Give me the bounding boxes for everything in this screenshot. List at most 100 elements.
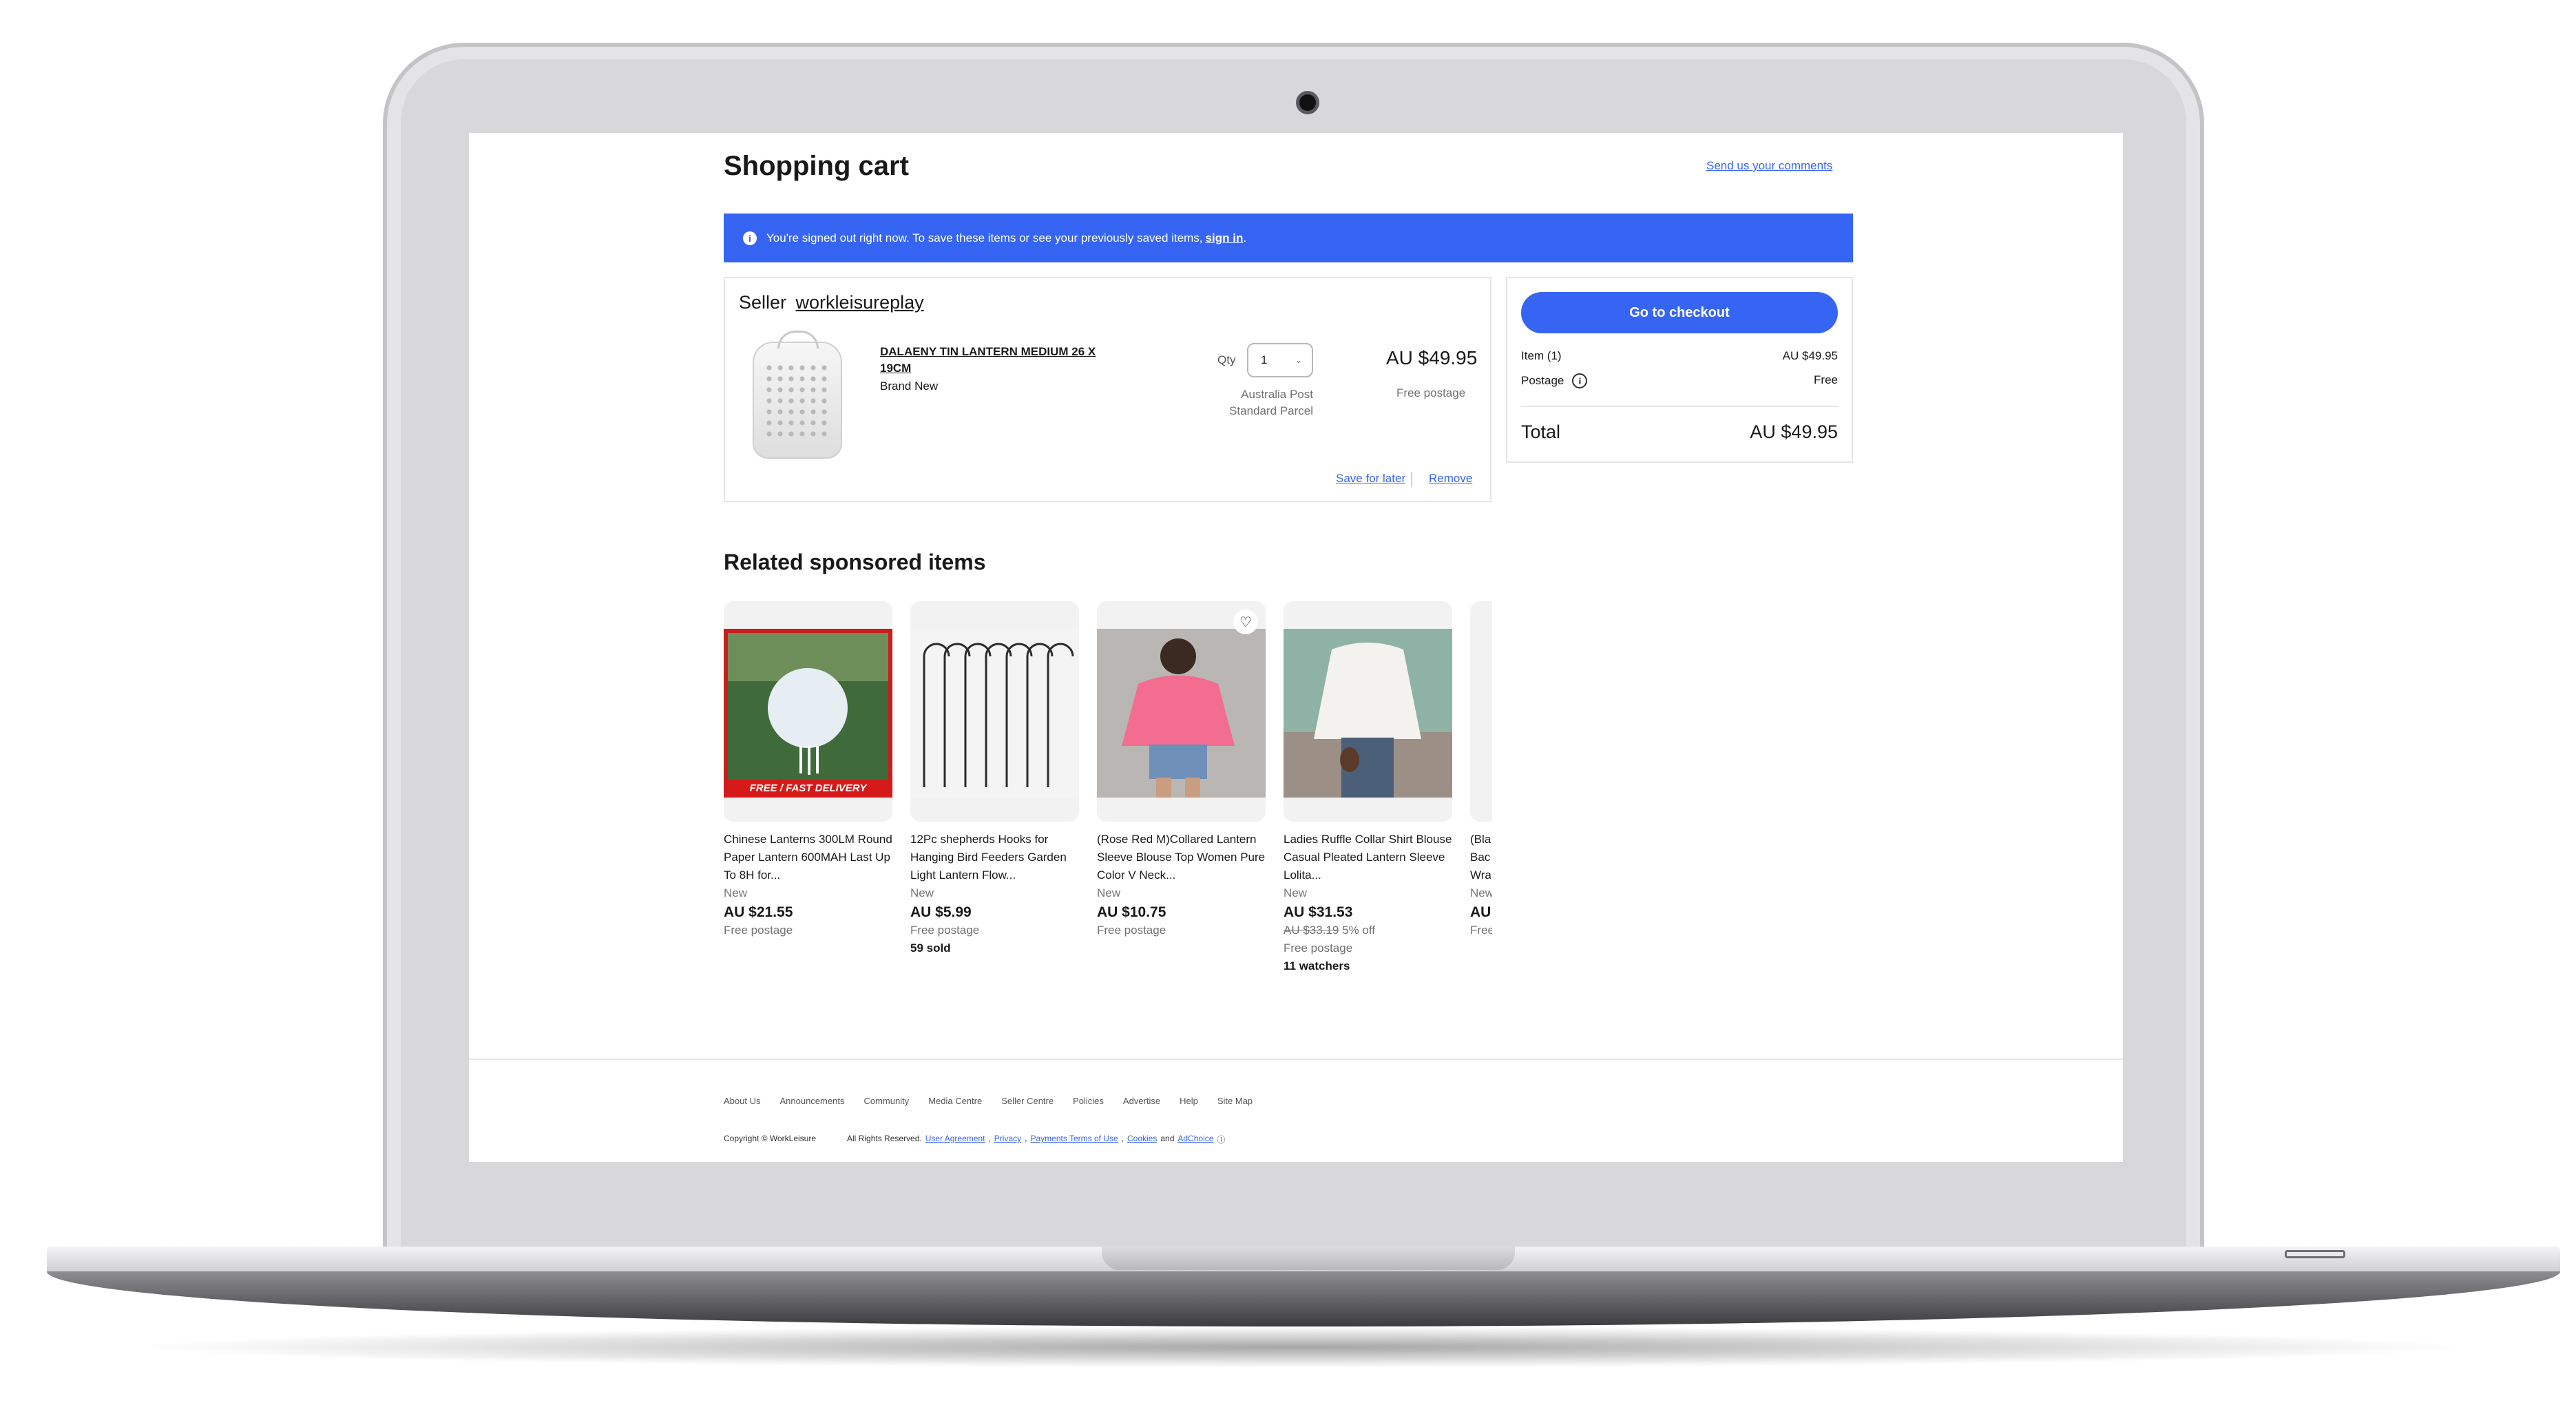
product-image-shepherd-hooks	[910, 629, 1079, 798]
product-image-frame: ♡	[1097, 601, 1266, 822]
send-comments-link[interactable]: Send us your comments	[1706, 159, 1832, 173]
card-watchers: 11 watchers	[1284, 959, 1350, 972]
footer-link-advertise[interactable]: Advertise	[1123, 1096, 1160, 1106]
footer-link-about-us[interactable]: About Us	[724, 1096, 760, 1106]
product-image-paper-lantern	[724, 629, 892, 798]
item-price: AU $49.95	[1386, 347, 1478, 368]
info-icon[interactable]: i	[1572, 373, 1588, 388]
card-details: (Bla Bac Wra New AU Free	[1470, 831, 1492, 939]
postage-value: Free	[1814, 373, 1838, 386]
payments-terms-link[interactable]: Payments Terms of Use	[1030, 1134, 1118, 1145]
card-postage: Free	[1470, 924, 1492, 937]
lantern-handle	[777, 331, 819, 348]
footer-link-site-map[interactable]: Site Map	[1217, 1096, 1253, 1106]
total-label: Total	[1521, 422, 1561, 442]
product-image-frame: FREE / FAST DELIVERY	[724, 601, 892, 822]
card-details: Chinese Lanterns 300LM Round Paper Lante…	[724, 831, 892, 939]
seller-name-link[interactable]: workleisureplay	[796, 292, 924, 313]
original-price: AU $33.19	[1284, 924, 1339, 937]
card-condition: New	[910, 886, 934, 899]
webcam	[1296, 91, 1319, 114]
card-title: 12Pc shepherds Hooks for Hanging Bird Fe…	[910, 833, 1067, 882]
free-fast-delivery-badge: FREE / FAST DELIVERY	[724, 780, 892, 798]
card-details: (Rose Red M)Collared Lantern Sleeve Blou…	[1097, 831, 1266, 939]
card-condition: New	[1470, 886, 1492, 899]
card-price: AU $5.99	[910, 904, 972, 920]
product-image-frame	[1284, 601, 1452, 822]
browser-viewport: Shopping cart Send us your comments i Yo…	[469, 133, 2123, 1162]
item-condition: Brand New	[880, 379, 939, 393]
lantern-pattern	[764, 362, 833, 441]
laptop-base-bottom	[47, 1271, 2560, 1326]
shipping-method: Australia Post Standard Parcel	[1229, 388, 1313, 417]
card-title: Chinese Lanterns 300LM Round Paper Lante…	[724, 833, 892, 882]
summary-divider	[1521, 406, 1838, 407]
card-postage: Free postage	[1097, 924, 1166, 937]
card-condition: New	[1097, 886, 1121, 899]
footer-divider	[469, 1059, 2123, 1060]
items-subtotal: AU $49.95	[1782, 349, 1838, 362]
related-item-card-partial[interactable]: (Bla Bac Wra New AU Free	[1470, 601, 1492, 959]
footer-link-community[interactable]: Community	[863, 1096, 909, 1106]
quantity-label: Qty	[1217, 353, 1236, 366]
user-agreement-link[interactable]: User Agreement	[925, 1134, 985, 1145]
footer-links: About Us Announcements Community Media C…	[724, 1096, 1253, 1106]
item-image-lantern[interactable]	[753, 331, 842, 459]
order-summary: Go to checkout Item (1) AU $49.95 Postag…	[1506, 277, 1853, 463]
copyright-text: Copyright © WorkLeisure	[724, 1134, 817, 1143]
footer-link-announcements[interactable]: Announcements	[779, 1096, 844, 1106]
related-items-heading: Related sponsored items	[724, 550, 986, 574]
footer-link-policies[interactable]: Policies	[1073, 1096, 1104, 1106]
card-condition: New	[1284, 886, 1308, 899]
seller-line: Seller workleisureplay	[739, 292, 924, 313]
adchoice-link[interactable]: AdChoice	[1177, 1134, 1213, 1145]
go-to-checkout-button[interactable]: Go to checkout	[1521, 292, 1838, 333]
card-title: Ladies Ruffle Collar Shirt Blouse Casual…	[1284, 833, 1452, 882]
cart-item-card: Seller workleisureplay DALAENY TIN LANTE…	[724, 277, 1491, 502]
product-image-pink-blouse	[1097, 629, 1266, 798]
quantity-select[interactable]: 1 ⌄	[1247, 343, 1313, 377]
postage-label: Postage	[1521, 374, 1564, 387]
discount-percent: 5% off	[1342, 924, 1375, 937]
items-count-label: Item (1)	[1521, 349, 1562, 362]
item-title-link[interactable]: DALAENY TIN LANTERN MEDIUM 26 X 19CM	[880, 344, 1128, 377]
card-condition: New	[724, 886, 748, 899]
card-postage: Free postage	[1284, 941, 1353, 955]
card-sold-count: 59 sold	[910, 941, 951, 955]
card-postage: Free postage	[724, 924, 793, 937]
card-discount-row: AU $33.19 5% off	[1284, 922, 1452, 939]
product-image-white-blouse	[1284, 629, 1452, 798]
privacy-link[interactable]: Privacy	[994, 1134, 1021, 1145]
save-for-later-link[interactable]: Save for later	[1336, 472, 1405, 486]
seller-label: Seller	[739, 292, 787, 313]
info-icon: i	[743, 231, 757, 245]
sign-in-link[interactable]: sign in	[1206, 231, 1244, 245]
banner-message: You're signed out right now. To save the…	[766, 231, 1203, 244]
rights-text: All Rights Reserved.	[847, 1134, 922, 1143]
card-price: AU $31.53	[1284, 904, 1353, 920]
adchoice-icon: ⓘ	[1217, 1135, 1226, 1145]
quantity-value: 1	[1261, 353, 1268, 366]
laptop-hinge-notch	[1102, 1247, 1515, 1270]
banner-suffix: .	[1243, 231, 1247, 244]
postage-label-row: Postage i	[1521, 373, 1588, 388]
chevron-down-icon: ⌄	[1295, 355, 1302, 365]
signed-out-banner: i You're signed out right now. To save t…	[724, 214, 1853, 262]
remove-item-link[interactable]: Remove	[1429, 472, 1472, 486]
card-title: (Rose Red M)Collared Lantern Sleeve Blou…	[1097, 833, 1266, 882]
footer-link-seller-centre[interactable]: Seller Centre	[1001, 1096, 1054, 1106]
card-title: (Bla Bac Wra	[1470, 833, 1491, 882]
card-price: AU	[1470, 904, 1491, 920]
card-postage: Free postage	[910, 924, 980, 937]
and-text: and	[1160, 1134, 1175, 1143]
product-image-frame	[1470, 601, 1492, 822]
total-value: AU $49.95	[1750, 422, 1838, 442]
product-image-frame	[910, 601, 1079, 822]
heart-icon[interactable]: ♡	[1233, 610, 1258, 634]
card-price: AU $21.55	[724, 904, 793, 920]
footer-link-media-centre[interactable]: Media Centre	[928, 1096, 982, 1106]
cookies-link[interactable]: Cookies	[1127, 1134, 1157, 1145]
card-details: 12Pc shepherds Hooks for Hanging Bird Fe…	[910, 831, 1079, 957]
footer-link-help[interactable]: Help	[1180, 1096, 1198, 1106]
laptop-port	[2285, 1250, 2345, 1258]
